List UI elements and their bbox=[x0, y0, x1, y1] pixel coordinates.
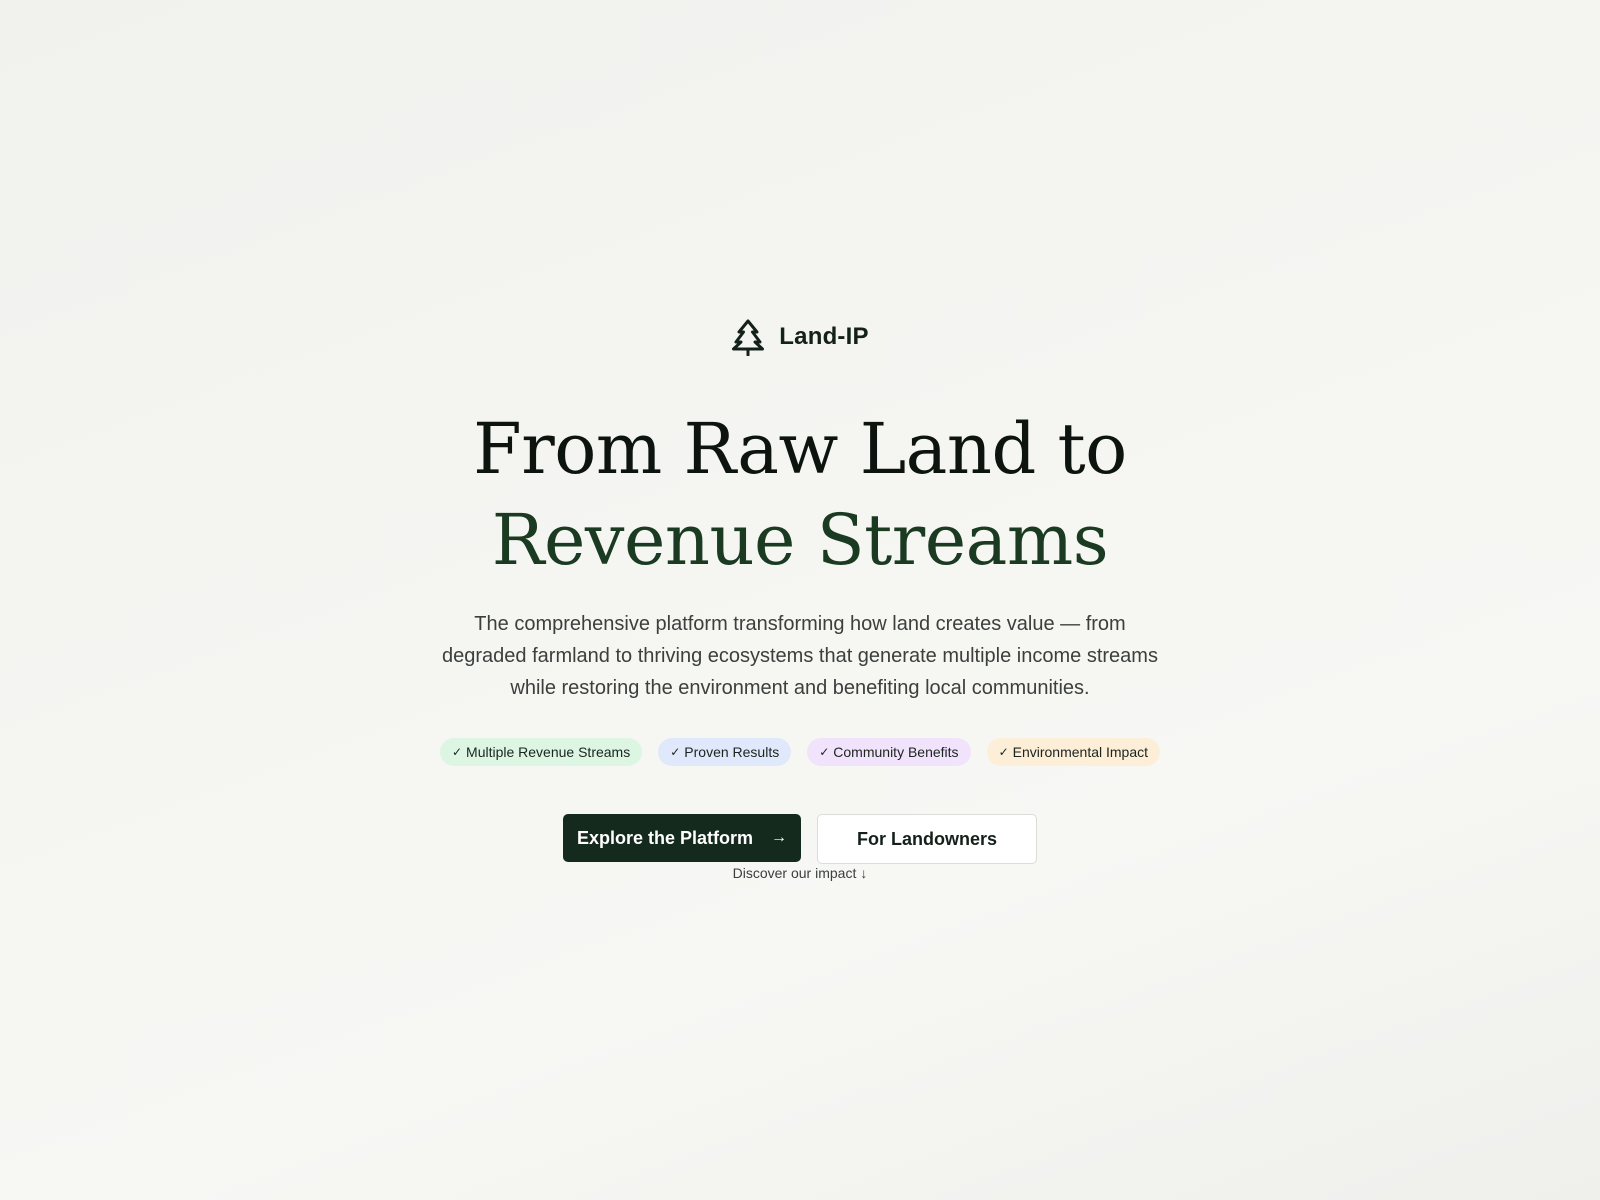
check-icon: ✓ bbox=[670, 745, 681, 759]
brand-name: Land-IP bbox=[779, 323, 869, 350]
discover-impact-link[interactable]: Discover our impact ↓ bbox=[0, 865, 1600, 881]
explore-platform-button[interactable]: Explore the Platform → bbox=[563, 814, 801, 862]
tag-label: Proven Results bbox=[684, 744, 780, 760]
headline-line-2: Revenue Streams bbox=[491, 499, 1109, 581]
hero-subtitle: The comprehensive platform transforming … bbox=[442, 613, 1158, 699]
tag-label: Multiple Revenue Streams bbox=[466, 744, 631, 760]
tag-community-benefits: ✓ Community Benefits bbox=[807, 738, 971, 766]
check-icon: ✓ bbox=[998, 745, 1009, 759]
tag-multiple-revenue-streams: ✓ Multiple Revenue Streams bbox=[439, 738, 643, 766]
feature-tags: ✓ Multiple Revenue Streams ✓ Proven Resu… bbox=[0, 738, 1600, 766]
check-icon: ✓ bbox=[451, 745, 463, 759]
check-icon: ✓ bbox=[819, 745, 830, 759]
page-title: From Raw Land to Revenue Streams bbox=[0, 404, 1600, 586]
arrow-down-icon: ↓ bbox=[860, 865, 868, 881]
headline-line-1: From Raw Land to bbox=[473, 408, 1127, 490]
for-landowners-button[interactable]: For Landowners bbox=[817, 814, 1037, 864]
tag-label: Community Benefits bbox=[833, 744, 959, 760]
explore-platform-label: Explore the Platform bbox=[576, 827, 754, 848]
tag-proven-results: ✓ Proven Results bbox=[658, 738, 792, 766]
cta-row: Explore the Platform → For Landowners bbox=[0, 814, 1600, 864]
brand: Land-IP bbox=[0, 318, 1600, 356]
tag-label: Environmental Impact bbox=[1012, 744, 1149, 760]
tag-environmental-impact: ✓ Environmental Impact bbox=[986, 738, 1161, 766]
discover-label: Discover our impact bbox=[732, 865, 857, 881]
hero-section: Land-IP From Raw Land to Revenue Streams… bbox=[0, 0, 1600, 1200]
arrow-right-icon: → bbox=[771, 829, 788, 846]
pine-tree-icon bbox=[731, 318, 765, 356]
